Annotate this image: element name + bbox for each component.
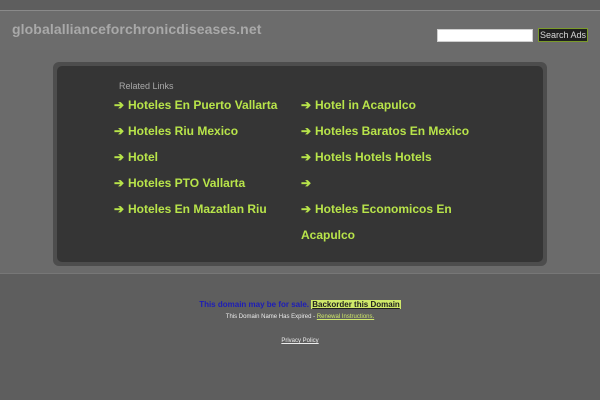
arrow-right-icon: ➔ (301, 176, 312, 190)
related-link[interactable]: ➔ Hotel in Acapulco (301, 97, 416, 123)
related-link-label: Hoteles En Puerto Vallarta (128, 98, 278, 112)
related-link[interactable]: ➔ Hoteles Baratos En Mexico (301, 123, 469, 149)
renewal-instructions-link[interactable]: Renewal Instructions. (317, 314, 374, 320)
site-title: globalallianceforchronicdiseases.net (12, 21, 262, 37)
related-link-label: Hotels Hotels Hotels (315, 150, 432, 164)
related-link[interactable]: ➔ Hoteles En Puerto Vallarta (114, 97, 277, 123)
related-link-label: Hotel in Acapulco (315, 98, 416, 112)
search-input[interactable] (437, 29, 533, 42)
arrow-right-icon: ➔ (114, 98, 125, 112)
related-link[interactable]: ➔ Hoteles Economicos En Acapulco (301, 196, 471, 242)
sale-notice: This domain may be for sale. Backorder t… (0, 300, 600, 309)
arrow-right-icon: ➔ (301, 124, 312, 138)
related-link[interactable]: ➔ Hoteles En Mazatlan Riu (114, 201, 267, 227)
expired-text: This Domain Name Has Expired - (225, 314, 316, 320)
arrow-right-icon: ➔ (301, 202, 312, 216)
arrow-right-icon: ➔ (301, 150, 312, 164)
related-links-panel-inner: Related Links ➔ Hoteles En Puerto Vallart… (57, 66, 543, 262)
related-link-label: Hoteles En Mazatlan Riu (128, 202, 267, 216)
related-link[interactable]: ➔ Hotel (114, 149, 158, 175)
search-ads-button[interactable]: Search Ads (538, 28, 588, 42)
related-link-label: Hoteles PTO Vallarta (128, 176, 246, 190)
privacy-policy-link[interactable]: Privacy Policy (0, 338, 600, 344)
arrow-right-icon: ➔ (114, 150, 125, 164)
arrow-right-icon: ➔ (114, 176, 125, 190)
sale-text: This domain may be for sale. (199, 300, 309, 309)
expired-notice: This Domain Name Has Expired - Renewal I… (0, 314, 600, 320)
related-link[interactable]: ➔ Hoteles Riu Mexico (114, 123, 238, 149)
arrow-right-icon: ➔ (114, 124, 125, 138)
backorder-link[interactable]: Backorder this Domain (311, 300, 401, 309)
related-links-panel: Related Links ➔ Hoteles En Puerto Vallart… (53, 62, 547, 266)
related-link-label: Hoteles Economicos En Acapulco (301, 202, 452, 242)
related-link-label: Hoteles Baratos En Mexico (315, 124, 470, 138)
related-link[interactable]: ➔ Hotels Hotels Hotels (301, 149, 432, 175)
related-link-label: Hoteles Riu Mexico (128, 124, 239, 138)
arrow-right-icon: ➔ (114, 202, 125, 216)
related-links-heading: Related Links (119, 81, 174, 91)
arrow-right-icon: ➔ (301, 98, 312, 112)
related-link[interactable]: ➔ Hoteles PTO Vallarta (114, 175, 245, 201)
related-link-label: Hotel (128, 150, 158, 164)
header-bar: globalallianceforchronicdiseases.net Sea… (0, 11, 600, 50)
